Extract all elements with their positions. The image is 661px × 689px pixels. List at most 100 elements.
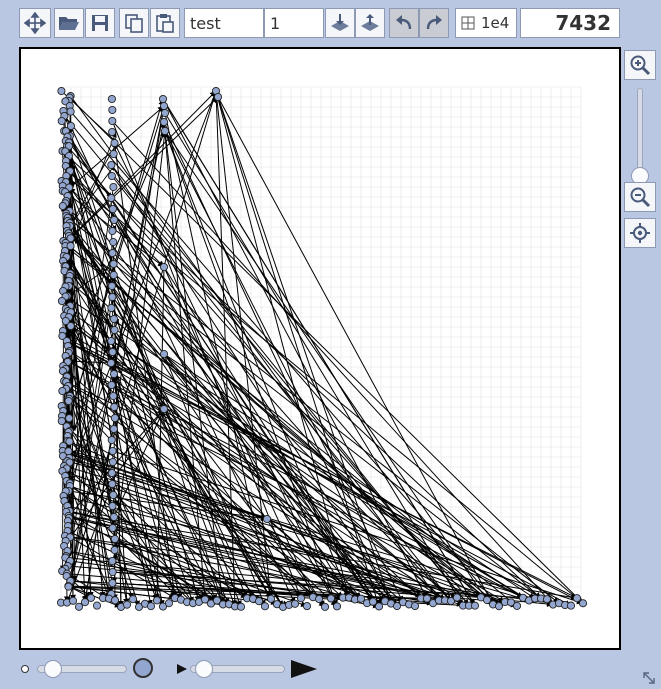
graph-node[interactable] [108, 116, 117, 126]
graph-node[interactable] [302, 602, 312, 611]
graph-node[interactable] [314, 595, 324, 604]
open-button[interactable] [54, 8, 84, 38]
graph-node[interactable] [410, 601, 420, 611]
graph-node[interactable] [470, 601, 480, 610]
graph-node[interactable] [58, 386, 67, 396]
graph-node[interactable] [65, 414, 74, 423]
graph-edge[interactable] [215, 90, 238, 607]
graph-node[interactable] [109, 270, 118, 280]
graph-node[interactable] [107, 160, 116, 170]
graph-node[interactable] [109, 369, 119, 379]
graph-node[interactable] [108, 226, 117, 236]
graph-node[interactable] [108, 523, 117, 533]
zoom-out-button[interactable] [624, 182, 656, 212]
graph-node[interactable] [108, 578, 117, 588]
graph-node[interactable] [368, 597, 378, 606]
graph-node[interactable] [452, 593, 462, 602]
graph-node[interactable] [109, 391, 118, 401]
graph-node[interactable] [254, 597, 264, 606]
graph-node[interactable] [66, 107, 75, 116]
graph-node[interactable] [110, 215, 119, 225]
graph-node[interactable] [260, 602, 270, 611]
import-button[interactable] [325, 8, 355, 38]
graph-node[interactable] [107, 358, 116, 368]
grid-size-button[interactable]: 1e4 [455, 8, 517, 38]
graph-node[interactable] [108, 479, 117, 489]
graph-node[interactable] [66, 321, 75, 331]
graph-edge[interactable] [162, 98, 476, 606]
graph-node[interactable] [290, 599, 300, 608]
graph-node[interactable] [110, 545, 119, 555]
graph-node[interactable] [159, 349, 169, 359]
node-size-slider-knob[interactable] [44, 660, 63, 678]
graph-node[interactable] [68, 596, 78, 605]
graph-name-input[interactable] [184, 8, 264, 38]
graph-node[interactable] [109, 490, 118, 500]
graph-node[interactable] [109, 314, 118, 324]
graph-node[interactable] [92, 601, 102, 610]
graph-node[interactable] [159, 262, 169, 272]
graph-node[interactable] [158, 94, 168, 104]
move-button[interactable] [19, 8, 51, 38]
graph-node[interactable] [296, 594, 306, 603]
graph-node[interactable] [164, 599, 174, 608]
graph-node[interactable] [107, 193, 116, 203]
graph-node[interactable] [160, 126, 170, 136]
graph-node[interactable] [159, 404, 169, 414]
graph-node[interactable] [57, 116, 66, 126]
graph-node[interactable] [374, 602, 384, 611]
graph-node[interactable] [332, 602, 342, 611]
graph-node[interactable] [109, 259, 118, 269]
graph-node[interactable] [65, 437, 74, 446]
graph-node[interactable] [109, 149, 118, 159]
graph-node[interactable] [64, 396, 73, 406]
graph-node[interactable] [107, 435, 116, 445]
graph-node[interactable] [108, 204, 117, 214]
edge-size-slider-knob[interactable] [194, 660, 213, 678]
copy-button[interactable] [119, 8, 149, 38]
graph-node[interactable] [64, 582, 73, 591]
resize-grip-icon[interactable] [641, 670, 657, 686]
center-view-button[interactable] [624, 218, 656, 248]
graph-node[interactable] [57, 296, 66, 306]
graph-node[interactable] [566, 601, 576, 610]
graph-node[interactable] [107, 303, 116, 313]
graph-node[interactable] [213, 92, 223, 102]
graph-node[interactable] [107, 171, 116, 181]
undo-button[interactable] [389, 8, 419, 38]
graph-view[interactable] [21, 49, 619, 648]
graph-node[interactable] [572, 594, 582, 603]
graph-node[interactable] [108, 127, 117, 137]
graph-node[interactable] [107, 281, 116, 291]
graph-node[interactable] [159, 117, 169, 127]
graph-node[interactable] [159, 101, 169, 111]
graph-node[interactable] [578, 599, 588, 608]
graph-node[interactable] [58, 201, 67, 211]
graph-node[interactable] [109, 182, 118, 192]
graph-node[interactable] [110, 534, 119, 544]
graph-node[interactable] [108, 347, 117, 357]
graph-node[interactable] [108, 501, 117, 511]
graph-node[interactable] [74, 602, 84, 611]
graph-node[interactable] [108, 105, 117, 115]
graph-node[interactable] [108, 556, 117, 566]
graph-node[interactable] [108, 446, 117, 456]
paste-button[interactable] [150, 8, 180, 38]
zoom-in-button[interactable] [624, 50, 656, 80]
graph-node[interactable] [107, 336, 116, 346]
export-button[interactable] [355, 8, 385, 38]
graph-node[interactable] [326, 594, 336, 603]
graph-node[interactable] [128, 595, 138, 604]
graph-node[interactable] [108, 457, 117, 467]
zoom-slider-track[interactable] [637, 88, 643, 176]
graph-node[interactable] [110, 402, 119, 412]
graph-node[interactable] [109, 512, 119, 522]
graph-node[interactable] [160, 108, 170, 118]
graph-node[interactable] [108, 567, 117, 577]
graph-node[interactable] [262, 514, 272, 524]
graph-node[interactable] [236, 602, 246, 611]
graph-node[interactable] [110, 325, 119, 335]
graph-node[interactable] [512, 601, 522, 610]
graph-node[interactable] [109, 424, 118, 434]
graph-node[interactable] [107, 94, 116, 104]
